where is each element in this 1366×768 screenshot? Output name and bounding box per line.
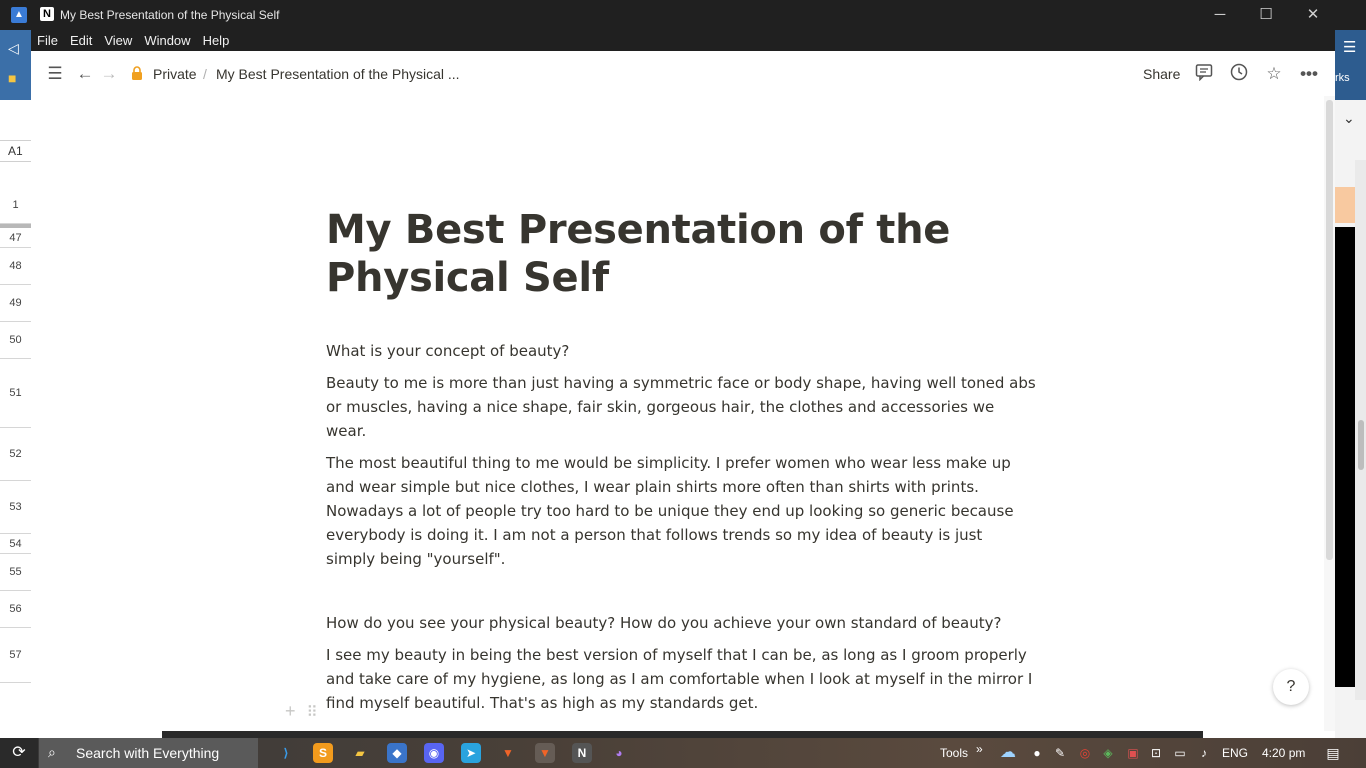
page-topbar: ☰ ← → Private / My Best Presentation of … — [31, 51, 1335, 96]
dark-cell-block — [1335, 227, 1355, 687]
pen-icon[interactable]: ✎ — [1052, 745, 1068, 761]
notion-icon: N — [40, 7, 54, 21]
breadcrumb-separator: / — [203, 66, 207, 82]
horizontal-scrollbar[interactable] — [162, 731, 1203, 738]
more-options-icon[interactable]: ••• — [1298, 63, 1320, 85]
record-icon[interactable]: ● — [1029, 745, 1045, 761]
back-arrow-icon[interactable]: ← — [74, 63, 96, 85]
taskbar-search-label: Search with Everything — [76, 745, 220, 761]
paragraph-block[interactable]: What is your concept of beauty? — [326, 339, 1036, 363]
taskbar: ⟳ ⌕ Search with Everything ⟩ S ▰ ◆ ◉ ➤ ▼… — [0, 738, 1366, 768]
battery-icon[interactable]: ▭ — [1172, 745, 1188, 761]
paragraph-block[interactable]: Beauty to me is more than just having a … — [326, 371, 1036, 443]
page-scrollbar[interactable] — [1324, 96, 1335, 731]
empty-block[interactable] — [326, 579, 1036, 603]
page-title[interactable]: My Best Presentation of the Physical Sel… — [326, 206, 1036, 302]
paragraph-block[interactable]: How do you see your physical beauty? How… — [326, 611, 1036, 635]
back-icon: ◁ — [8, 40, 19, 56]
volume-icon[interactable]: ♪ — [1196, 745, 1212, 761]
app-icon[interactable]: ◆ — [387, 743, 407, 763]
paragraph-block[interactable]: I see my beauty in being the best versio… — [326, 643, 1036, 715]
tray-red-icon[interactable]: ▣ — [1125, 745, 1141, 761]
page-scrollbar-thumb[interactable] — [1326, 100, 1333, 560]
window-title: My Best Presentation of the Physical Sel… — [60, 8, 280, 22]
comments-icon[interactable] — [1193, 63, 1215, 85]
breadcrumb-page[interactable]: My Best Presentation of the Physical ... — [216, 66, 460, 82]
help-button[interactable]: ? — [1273, 669, 1309, 705]
background-toolbar: ◁ ■ — [0, 30, 31, 100]
row-header[interactable]: 51 — [0, 359, 31, 428]
share-button[interactable]: Share — [1143, 66, 1180, 82]
discord-icon[interactable]: ◉ — [424, 743, 444, 763]
page-content: My Best Presentation of the Physical Sel… — [326, 206, 1036, 715]
background-right-panel: ☰ rks ⌄ — [1335, 30, 1366, 738]
row-header[interactable]: 57 — [0, 628, 31, 683]
taskbar-search[interactable]: ⌕ Search with Everything — [39, 738, 258, 768]
tools-toolbar-label[interactable]: Tools — [940, 746, 968, 760]
cell-reference[interactable]: A1 — [0, 140, 31, 162]
file-explorer-icon[interactable]: ▰ — [350, 743, 370, 763]
background-right-label: rks — [1335, 72, 1350, 84]
network-icon[interactable]: ⊡ — [1148, 745, 1164, 761]
brave-active-icon[interactable]: ▼ — [535, 743, 555, 763]
row-header[interactable]: 49 — [0, 285, 31, 322]
user-icon: ▲ — [11, 7, 27, 23]
history-clock-icon[interactable] — [1228, 63, 1250, 85]
hamburger-icon[interactable]: ☰ — [1343, 38, 1356, 56]
menu-window[interactable]: Window — [138, 30, 196, 51]
menu-help[interactable]: Help — [197, 30, 236, 51]
window-titlebar: ▲ N My Best Presentation of the Physical… — [0, 0, 1366, 30]
background-scrollbar[interactable] — [1355, 160, 1366, 700]
row-header[interactable]: 52 — [0, 428, 31, 481]
row-header[interactable]: 56 — [0, 591, 31, 628]
breadcrumb-private[interactable]: Private — [153, 66, 197, 82]
row-header[interactable]: 54 — [0, 534, 31, 554]
row-header[interactable]: 48 — [0, 248, 31, 285]
folder-icon: ■ — [8, 70, 17, 86]
vscode-icon[interactable]: ⟩ — [276, 743, 296, 763]
notion-page: ☰ ← → Private / My Best Presentation of … — [31, 51, 1335, 731]
drag-handle-icon[interactable]: ⠿ — [307, 704, 318, 721]
clock[interactable]: 4:20 pm — [1262, 746, 1305, 760]
row-header[interactable]: 50 — [0, 322, 31, 359]
search-icon: ⌕ — [48, 744, 56, 760]
start-button[interactable]: ⟳ — [0, 738, 38, 768]
menu-file[interactable]: File — [31, 30, 64, 51]
add-block-icon[interactable]: + — [285, 701, 296, 721]
sidebar-toggle-icon[interactable]: ☰ — [44, 63, 66, 85]
row-header[interactable]: 47 — [0, 228, 31, 248]
row-header[interactable]: 55 — [0, 554, 31, 591]
language-indicator[interactable]: ENG — [1222, 746, 1248, 760]
chrome-icon[interactable]: ◎ — [1077, 745, 1093, 761]
menu-view[interactable]: View — [98, 30, 138, 51]
minimize-button[interactable]: ─ — [1205, 4, 1235, 26]
forward-arrow-icon[interactable]: → — [98, 63, 120, 85]
menu-edit[interactable]: Edit — [64, 30, 98, 51]
messenger-icon[interactable]: ◕ — [609, 743, 629, 763]
scrollbar-thumb[interactable] — [1358, 420, 1364, 470]
notifications-icon[interactable]: ▤ — [1325, 745, 1341, 761]
row-header[interactable]: 53 — [0, 481, 31, 534]
bottom-strip — [31, 731, 1335, 738]
lock-icon — [132, 66, 142, 80]
brave-icon[interactable]: ▼ — [498, 743, 518, 763]
notion-taskbar-icon[interactable]: N — [572, 743, 592, 763]
onedrive-icon[interactable]: ☁ — [997, 745, 1019, 761]
telegram-icon[interactable]: ➤ — [461, 743, 481, 763]
close-button[interactable]: ✕ — [1298, 4, 1328, 26]
block-handles: + ⠿ — [285, 701, 318, 722]
highlighted-cell — [1335, 187, 1355, 223]
chevron-down-icon[interactable]: ⌄ — [1343, 110, 1355, 127]
row-header[interactable]: 1 — [0, 186, 31, 224]
menu-bar: File Edit View Window Help — [31, 30, 1335, 51]
maximize-button[interactable]: ☐ — [1251, 4, 1281, 26]
background-right-header: ☰ rks — [1335, 30, 1366, 100]
favorite-star-icon[interactable]: ☆ — [1263, 63, 1285, 85]
sublime-icon[interactable]: S — [313, 743, 333, 763]
paragraph-block[interactable]: The most beautiful thing to me would be … — [326, 451, 1036, 571]
tools-expand-icon[interactable]: » — [976, 742, 983, 756]
tray-app-icon[interactable]: ◈ — [1100, 745, 1116, 761]
